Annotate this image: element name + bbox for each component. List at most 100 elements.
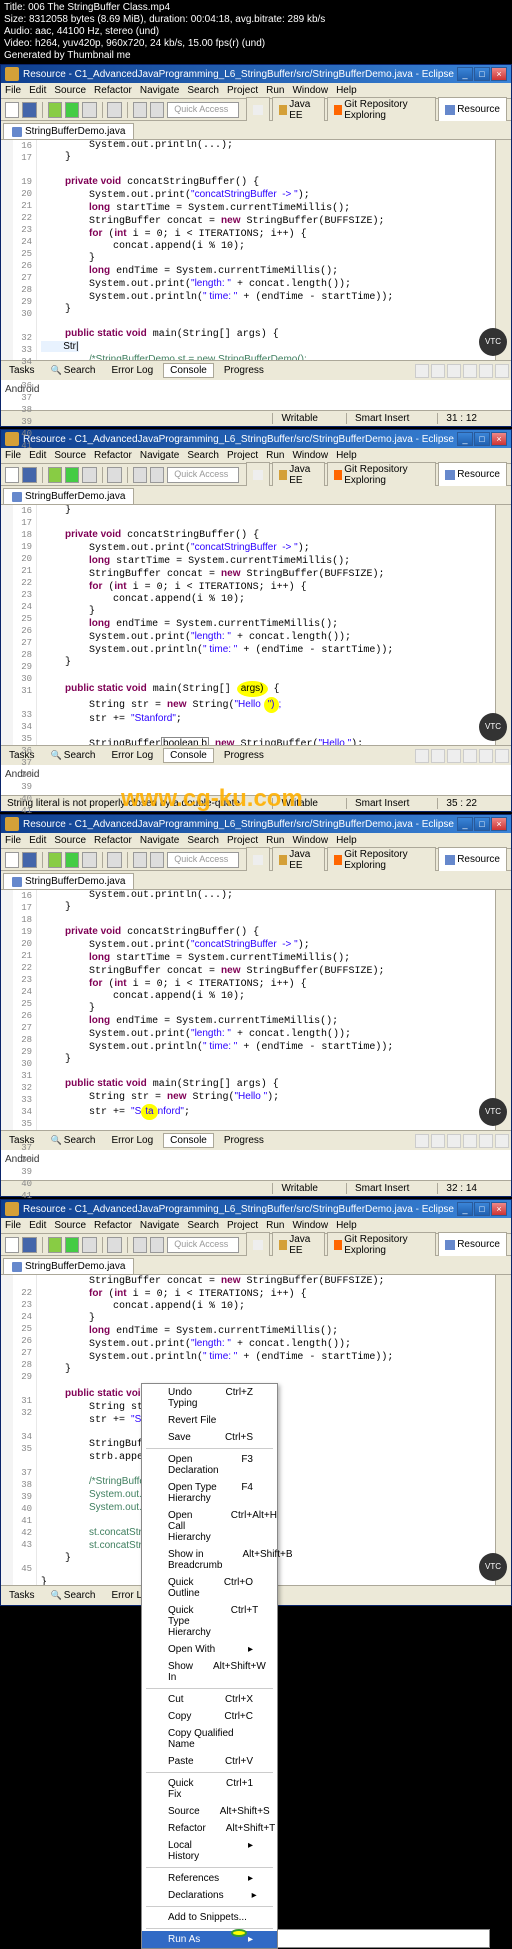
errorlog-tab[interactable]: Error Log [105, 364, 159, 377]
open-task-icon[interactable] [107, 852, 121, 868]
extern-tools-icon[interactable] [82, 102, 96, 118]
console-tab[interactable]: Console [163, 363, 214, 378]
console-max-icon[interactable] [495, 749, 509, 763]
quick-access-input[interactable]: Quick Access [167, 1237, 239, 1253]
console-tab[interactable]: Console [163, 1133, 214, 1148]
console-tab[interactable]: Console [163, 748, 214, 763]
ctx-open-call-hierarchy[interactable]: Open Call HierarchyCtrl+Alt+H [142, 1507, 277, 1546]
menu-refactor[interactable]: Refactor [94, 450, 132, 461]
open-task-icon[interactable] [107, 467, 121, 483]
console-pin-icon[interactable] [431, 749, 445, 763]
console-open-icon[interactable] [463, 749, 477, 763]
ctx-cut[interactable]: CutCtrl+X [142, 1691, 277, 1708]
debug-icon[interactable] [48, 852, 62, 868]
vertical-scrollbar[interactable] [495, 1275, 511, 1585]
open-task-icon[interactable] [107, 1237, 121, 1253]
vertical-scrollbar[interactable] [495, 890, 511, 1130]
menu-search[interactable]: Search [187, 450, 219, 461]
menu-project[interactable]: Project [227, 1220, 258, 1231]
console-min-icon[interactable] [479, 1134, 493, 1148]
ctx-references[interactable]: References [142, 1870, 277, 1887]
titlebar[interactable]: Resource - C1_AdvancedJavaProgramming_L6… [1, 1200, 511, 1218]
menu-edit[interactable]: Edit [29, 1220, 46, 1231]
menu-help[interactable]: Help [336, 85, 357, 96]
menu-source[interactable]: Source [54, 450, 86, 461]
vertical-scrollbar[interactable] [495, 140, 511, 360]
line-gutter[interactable]: 1617 192021222324252627282930 323334 363… [13, 140, 37, 360]
nav-fwd-icon[interactable] [150, 1237, 164, 1253]
ctx-quick-fix[interactable]: Quick FixCtrl+1 [142, 1775, 277, 1803]
perspective-open[interactable] [246, 97, 270, 123]
console-clear-icon[interactable] [415, 1134, 429, 1148]
debug-icon[interactable] [48, 467, 62, 483]
console-display-icon[interactable] [447, 1134, 461, 1148]
maximize-button[interactable]: □ [474, 817, 490, 831]
extern-tools-icon[interactable] [82, 1237, 96, 1253]
menu-search[interactable]: Search [187, 1220, 219, 1231]
menu-navigate[interactable]: Navigate [140, 85, 179, 96]
console-pin-icon[interactable] [431, 364, 445, 378]
ctx-open-type-hierarchy[interactable]: Open Type HierarchyF4 [142, 1479, 277, 1507]
nav-back-icon[interactable] [133, 102, 147, 118]
ctx-add-to-snippets[interactable]: Add to Snippets... [142, 1909, 277, 1926]
ctx-paste[interactable]: PasteCtrl+V [142, 1753, 277, 1770]
menu-window[interactable]: Window [292, 85, 328, 96]
menu-source[interactable]: Source [54, 1220, 86, 1231]
console-max-icon[interactable] [495, 364, 509, 378]
menu-file[interactable]: File [5, 835, 21, 846]
marker-bar[interactable] [1, 140, 13, 360]
minimize-button[interactable]: _ [457, 432, 473, 446]
nav-back-icon[interactable] [133, 467, 147, 483]
errorlog-tab[interactable]: Error Log [105, 1134, 159, 1147]
save-icon[interactable] [22, 852, 36, 868]
menu-search[interactable]: Search [187, 835, 219, 846]
perspective-resource[interactable]: Resource [438, 847, 507, 873]
new-icon[interactable] [5, 102, 19, 118]
menu-edit[interactable]: Edit [29, 835, 46, 846]
search-tab[interactable]: 🔍Search [45, 364, 102, 377]
ctx-local-history[interactable]: Local History [142, 1837, 277, 1865]
menu-project[interactable]: Project [227, 450, 258, 461]
menu-project[interactable]: Project [227, 835, 258, 846]
menu-navigate[interactable]: Navigate [140, 835, 179, 846]
run-java-application[interactable]: 1 Java ApplicationAlt+Shift+X, J [278, 1930, 489, 1947]
perspective-git[interactable]: Git Repository Exploring [327, 847, 436, 873]
save-icon[interactable] [22, 1237, 36, 1253]
debug-icon[interactable] [48, 1237, 62, 1253]
perspective-git[interactable]: Git Repository Exploring [327, 462, 436, 488]
code-editor[interactable]: System.out.println(...); } private void … [37, 890, 495, 1130]
editor-tab[interactable]: StringBufferDemo.java [3, 1258, 134, 1274]
titlebar[interactable]: Resource - C1_AdvancedJavaProgramming_L6… [1, 65, 511, 83]
menu-help[interactable]: Help [336, 1220, 357, 1231]
ctx-declarations[interactable]: Declarations [142, 1887, 277, 1904]
extern-tools-icon[interactable] [82, 467, 96, 483]
menu-navigate[interactable]: Navigate [140, 1220, 179, 1231]
progress-tab[interactable]: Progress [218, 364, 270, 377]
ctx-copy[interactable]: CopyCtrl+C [142, 1708, 277, 1725]
ctx-show-in-breadcrumb[interactable]: Show in BreadcrumbAlt+Shift+B [142, 1546, 277, 1574]
ctx-revert[interactable]: Revert File [142, 1412, 277, 1429]
extern-tools-icon[interactable] [82, 852, 96, 868]
titlebar[interactable]: Resource - C1_AdvancedJavaProgramming_L6… [1, 815, 511, 833]
menu-run[interactable]: Run [266, 1220, 284, 1231]
menu-search[interactable]: Search [187, 85, 219, 96]
marker-bar[interactable] [1, 1275, 13, 1585]
menu-file[interactable]: File [5, 450, 21, 461]
debug-icon[interactable] [48, 102, 62, 118]
menu-run[interactable]: Run [266, 835, 284, 846]
line-gutter[interactable]: 2223242526272829 3132 3435 3738394041424… [13, 1275, 37, 1585]
ctx-save[interactable]: SaveCtrl+S [142, 1429, 277, 1446]
perspective-open[interactable] [246, 1232, 270, 1258]
open-task-icon[interactable] [107, 102, 121, 118]
run-icon[interactable] [65, 1237, 79, 1253]
titlebar[interactable]: Resource - C1_AdvancedJavaProgramming_L6… [1, 430, 511, 448]
menu-help[interactable]: Help [336, 835, 357, 846]
menu-file[interactable]: File [5, 85, 21, 96]
menu-source[interactable]: Source [54, 835, 86, 846]
console-display-icon[interactable] [447, 364, 461, 378]
nav-fwd-icon[interactable] [150, 102, 164, 118]
minimize-button[interactable]: _ [457, 817, 473, 831]
search-tab[interactable]: 🔍Search [45, 1134, 102, 1147]
nav-back-icon[interactable] [133, 852, 147, 868]
run-icon[interactable] [65, 852, 79, 868]
